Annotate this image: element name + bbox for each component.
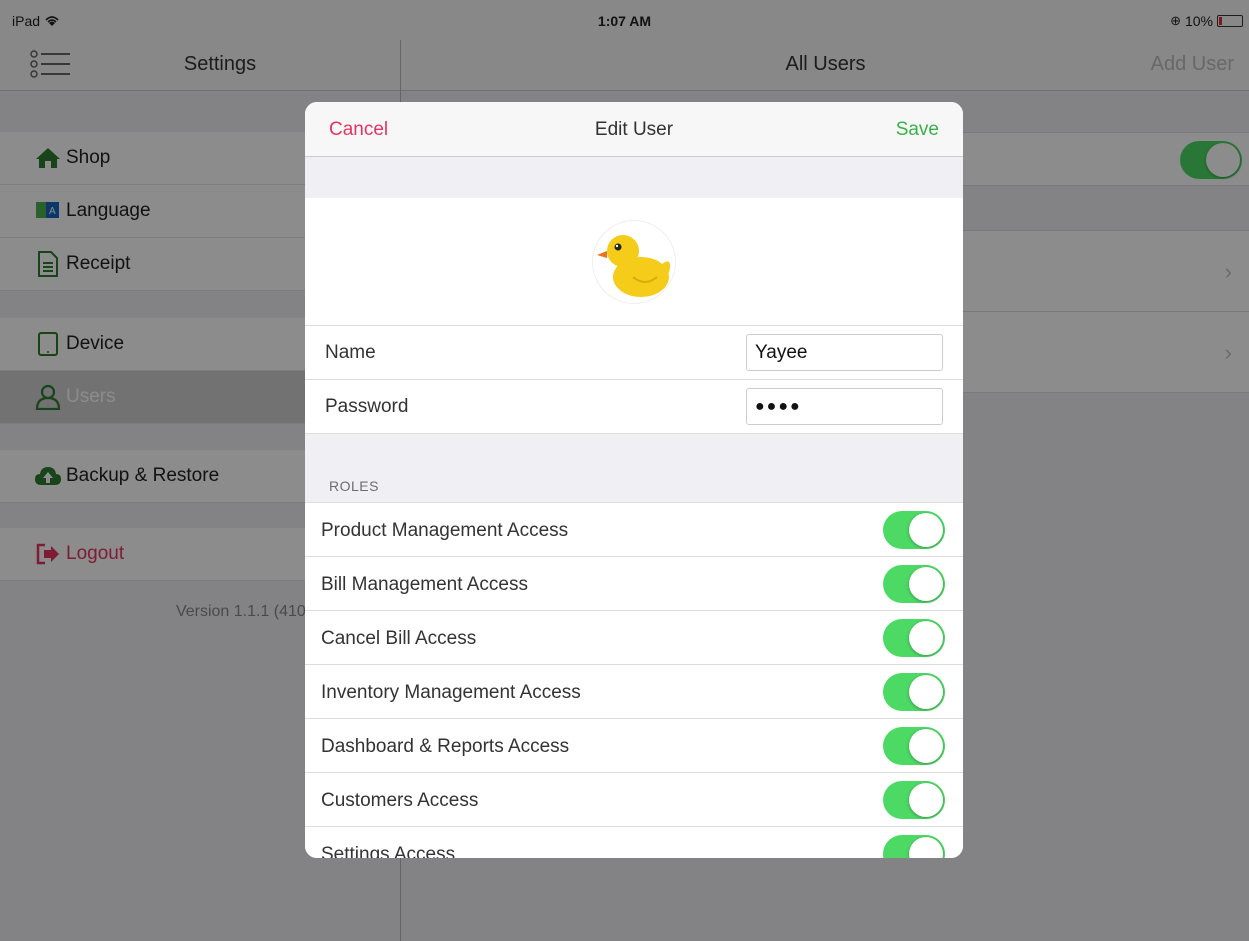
modal-title: Edit User (594, 119, 674, 140)
role-label: Bill Management Access (321, 574, 528, 595)
role-row-customers: Customers Access (305, 772, 963, 826)
roles-header-band (305, 433, 963, 503)
role-label: Product Management Access (321, 520, 569, 541)
save-button[interactable]: Save (896, 119, 939, 141)
name-field[interactable] (746, 334, 943, 371)
duck-icon (597, 235, 670, 297)
modal-nav-bar: Cancel Edit User Save (305, 102, 963, 157)
role-label: Settings Access (321, 844, 456, 858)
role-label: Dashboard & Reports Access (321, 736, 570, 757)
role-row-cancel-bill: Cancel Bill Access (305, 610, 963, 664)
role-row-dashboard-reports: Dashboard & Reports Access (305, 718, 963, 772)
role-label: Cancel Bill Access (321, 628, 477, 649)
role-label: Customers Access (321, 790, 479, 811)
role-toggle-switch[interactable] (883, 835, 945, 858)
password-row: Password ●●●● (305, 379, 963, 433)
password-field[interactable]: ●●●● (746, 388, 943, 425)
edit-user-modal: Cancel Edit User Save Name Password ●●●●… (305, 102, 963, 858)
name-row: Name (305, 325, 963, 379)
role-toggle-switch[interactable] (883, 727, 945, 765)
role-row-bill-management: Bill Management Access (305, 556, 963, 610)
role-toggle-switch[interactable] (883, 619, 945, 657)
section-spacer (305, 157, 963, 199)
role-toggle-switch[interactable] (883, 673, 945, 711)
avatar-section (305, 198, 963, 325)
role-row-inventory-management: Inventory Management Access (305, 664, 963, 718)
role-label: Inventory Management Access (321, 682, 581, 703)
password-label: Password (325, 396, 409, 417)
role-row-settings: Settings Access (305, 826, 963, 858)
name-label: Name (325, 342, 376, 363)
roles-header: ROLES (329, 478, 379, 494)
avatar[interactable] (592, 220, 676, 304)
role-row-product-management: Product Management Access (305, 502, 963, 556)
role-toggle-switch[interactable] (883, 565, 945, 603)
role-toggle-switch[interactable] (883, 781, 945, 819)
role-toggle-switch[interactable] (883, 511, 945, 549)
